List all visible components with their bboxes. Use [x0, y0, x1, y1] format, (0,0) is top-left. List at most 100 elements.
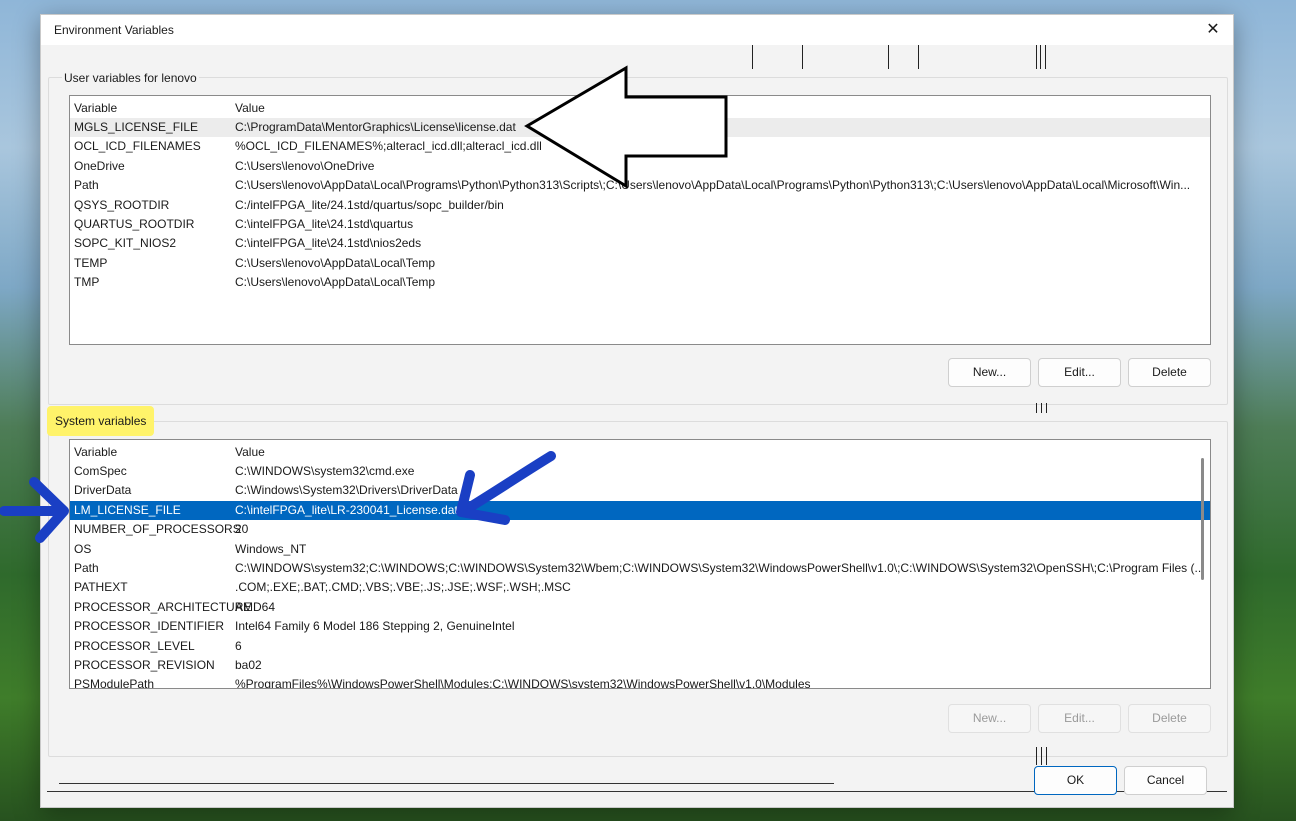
variable-value: 20	[235, 522, 249, 537]
column-header-value[interactable]: Value	[235, 443, 265, 462]
render-artifact	[59, 783, 834, 784]
table-row[interactable]: QSYS_ROOTDIR C:/intelFPGA_lite/24.1std/qu…	[70, 196, 1210, 215]
variable-name: PATHEXT	[74, 580, 128, 595]
variable-value: C:\Users\lenovo\AppData\Local\Temp	[235, 275, 436, 290]
close-icon[interactable]: ✕	[1201, 19, 1225, 41]
table-row[interactable]: PROCESSOR_ARCHITECTURE AMD64	[70, 598, 1210, 617]
system-variables-label: System variables	[47, 406, 155, 436]
user-delete-button[interactable]: Delete	[1128, 358, 1211, 387]
table-row[interactable]: PROCESSOR_REVISION ba02	[70, 656, 1210, 675]
variable-name: QUARTUS_ROOTDIR	[74, 217, 195, 231]
render-artifact	[802, 45, 803, 69]
render-artifact	[1041, 403, 1042, 413]
variable-value: .COM;.EXE;.BAT;.CMD;.VBS;.VBE;.JS;.JSE;.…	[235, 580, 571, 595]
variable-value: C:\intelFPGA_lite\LR-230041_License.dat	[235, 502, 458, 517]
user-edit-button[interactable]: Edit...	[1038, 358, 1121, 387]
system-new-button[interactable]: New...	[948, 704, 1031, 733]
table-row[interactable]: ComSpec C:\WINDOWS\system32\cmd.exe	[70, 462, 1210, 481]
render-artifact	[888, 45, 889, 69]
variable-name: PROCESSOR_LEVEL	[74, 638, 195, 653]
variable-value: C:\Windows\System32\Drivers\DriverData	[235, 483, 458, 498]
variable-value: 6	[235, 638, 242, 653]
table-row[interactable]: PROCESSOR_IDENTIFIER Intel64 Family 6 Mod…	[70, 617, 1210, 636]
title-bar: Environment Variables ✕	[41, 15, 1233, 45]
column-header-variable[interactable]: Variable	[74, 443, 117, 462]
render-artifact	[1046, 747, 1047, 765]
variable-value: C:\WINDOWS\system32\cmd.exe	[235, 464, 415, 478]
variable-name: SOPC_KIT_NIOS2	[74, 236, 177, 251]
render-artifact	[1036, 747, 1037, 765]
table-row[interactable]: MGLS_LICENSE_FILE C:\ProgramData\MentorGr…	[70, 118, 1210, 137]
variable-name: PROCESSOR_ARCHITECTURE	[74, 599, 252, 614]
table-row[interactable]: TMP C:\Users\lenovo\AppData\Local\Temp	[70, 273, 1210, 292]
variable-name: OS	[74, 541, 92, 556]
variable-value: C:\WINDOWS\system32;C:\WINDOWS;C:\WINDOW…	[235, 561, 1205, 575]
table-row[interactable]: NUMBER_OF_PROCESSORS 20	[70, 520, 1210, 539]
variable-name: PROCESSOR_REVISION	[74, 658, 215, 672]
variable-value: %OCL_ICD_FILENAMES%;alteracl_icd.dll;alt…	[235, 139, 542, 154]
environment-variables-dialog: Environment Variables ✕ User variables f…	[40, 14, 1234, 808]
table-row[interactable]: OS Windows_NT	[70, 540, 1210, 559]
user-variables-list[interactable]: Variable Value MGLS_LICENSE_FILE C:\Progr…	[69, 95, 1211, 345]
list-header: Variable Value	[70, 443, 1210, 462]
variable-value: %ProgramFiles%\WindowsPowerShell\Modules…	[235, 677, 811, 689]
render-artifact	[918, 45, 919, 69]
user-new-button[interactable]: New...	[948, 358, 1031, 387]
variable-name: ComSpec	[74, 464, 127, 478]
variable-value: C:\intelFPGA_lite\24.1std\nios2eds	[235, 236, 422, 251]
variable-value: C:\intelFPGA_lite\24.1std\quartus	[235, 217, 414, 231]
variable-value: Windows_NT	[235, 541, 307, 556]
variable-value: C:\Users\lenovo\OneDrive	[235, 158, 375, 173]
table-row[interactable]: QUARTUS_ROOTDIR C:\intelFPGA_lite\24.1std…	[70, 215, 1210, 234]
variable-name: LM_LICENSE_FILE	[74, 502, 181, 517]
table-row[interactable]: LM_LICENSE_FILE C:\intelFPGA_lite\LR-2300…	[70, 500, 1210, 520]
table-row[interactable]: PSModulePath %ProgramFiles%\WindowsPowerS…	[70, 675, 1210, 689]
variable-name: Path	[74, 178, 99, 193]
render-artifact	[1040, 45, 1041, 69]
table-row[interactable]: TEMP C:\Users\lenovo\AppData\Local\Temp	[70, 254, 1210, 273]
table-row[interactable]: PATHEXT .COM;.EXE;.BAT;.CMD;.VBS;.VBE;.JS…	[70, 578, 1210, 597]
variable-value: C:\Users\lenovo\AppData\Local\Programs\P…	[235, 178, 1191, 193]
variable-value: C:\ProgramData\MentorGraphics\License\li…	[235, 120, 516, 134]
window-title: Environment Variables	[54, 23, 174, 37]
variable-name: MGLS_LICENSE_FILE	[74, 120, 199, 134]
variable-value: AMD64	[235, 599, 276, 614]
render-artifact	[1036, 403, 1037, 413]
table-row[interactable]: Path C:\WINDOWS\system32;C:\WINDOWS;C:\WI…	[70, 559, 1210, 578]
user-variables-label: User variables for lenovo	[62, 71, 199, 85]
ok-button[interactable]: OK	[1034, 766, 1117, 795]
column-header-variable[interactable]: Variable	[74, 99, 117, 118]
variable-name: PSModulePath	[74, 677, 155, 689]
variable-name: DriverData	[74, 483, 132, 498]
system-delete-button[interactable]: Delete	[1128, 704, 1211, 733]
variable-name: TMP	[74, 275, 100, 290]
system-variables-list[interactable]: Variable Value ComSpec C:\WINDOWS\system3…	[69, 439, 1211, 689]
cancel-button[interactable]: Cancel	[1124, 766, 1207, 795]
render-artifact	[752, 45, 753, 69]
table-row[interactable]: OneDrive C:\Users\lenovo\OneDrive	[70, 157, 1210, 176]
render-artifact	[1036, 45, 1037, 69]
system-edit-button[interactable]: Edit...	[1038, 704, 1121, 733]
variable-name: Path	[74, 561, 99, 575]
variable-value: C:\Users\lenovo\AppData\Local\Temp	[235, 255, 436, 270]
list-header: Variable Value	[70, 99, 1210, 118]
render-artifact	[1041, 747, 1042, 765]
variable-name: PROCESSOR_IDENTIFIER	[74, 619, 225, 634]
table-row[interactable]: DriverData C:\Windows\System32\Drivers\Dr…	[70, 481, 1210, 500]
variable-name: TEMP	[74, 255, 108, 270]
table-row[interactable]: PROCESSOR_LEVEL 6	[70, 637, 1210, 656]
variable-name: OneDrive	[74, 158, 125, 173]
variable-value: ba02	[235, 658, 262, 672]
table-row[interactable]: SOPC_KIT_NIOS2 C:\intelFPGA_lite\24.1std\…	[70, 234, 1210, 253]
vertical-scrollbar[interactable]	[1201, 458, 1204, 580]
render-artifact	[1046, 403, 1047, 413]
variable-name: NUMBER_OF_PROCESSORS	[74, 522, 241, 537]
variable-name: QSYS_ROOTDIR	[74, 197, 170, 212]
table-row[interactable]: Path C:\Users\lenovo\AppData\Local\Progra…	[70, 176, 1210, 195]
variable-name: OCL_ICD_FILENAMES	[74, 139, 201, 154]
variable-value: Intel64 Family 6 Model 186 Stepping 2, G…	[235, 619, 515, 634]
variable-value: C:/intelFPGA_lite/24.1std/quartus/sopc_b…	[235, 197, 504, 212]
table-row[interactable]: OCL_ICD_FILENAMES %OCL_ICD_FILENAMES%;alt…	[70, 137, 1210, 156]
render-artifact	[1045, 45, 1046, 69]
column-header-value[interactable]: Value	[235, 99, 265, 118]
